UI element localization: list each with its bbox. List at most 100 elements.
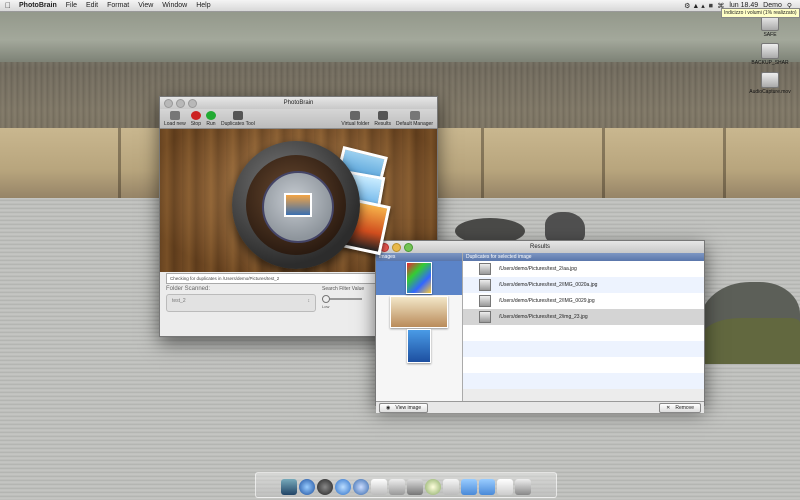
- photos-icon[interactable]: [389, 479, 405, 495]
- menu-edit[interactable]: Edit: [83, 2, 104, 9]
- image-row[interactable]: [376, 329, 462, 363]
- run-label: Run: [206, 121, 216, 127]
- results-label: Results: [374, 121, 392, 127]
- menu-window[interactable]: Window: [159, 2, 193, 9]
- file-icon: [479, 279, 491, 291]
- image-row[interactable]: [376, 295, 462, 329]
- image-thumbnail: [407, 329, 431, 363]
- itunes-icon[interactable]: [353, 479, 369, 495]
- safari-icon[interactable]: [335, 479, 351, 495]
- file-icon: [479, 263, 491, 275]
- minimize-button[interactable]: [392, 243, 401, 252]
- duplicates-column: Duplicates for selected image /Users/dem…: [463, 253, 704, 401]
- images-column: Images: [376, 253, 463, 401]
- duplicate-path: /Users/demo/Pictures/test_2/IMG_0020a.jp…: [499, 282, 598, 288]
- remove-label: Remove: [675, 404, 694, 411]
- load-new-button[interactable]: Load new: [164, 111, 186, 127]
- run-button[interactable]: Run: [205, 111, 216, 127]
- results-titlebar[interactable]: Results: [376, 241, 704, 253]
- empty-row: [463, 341, 704, 357]
- load-icon: [169, 111, 180, 120]
- photobrain-icon[interactable]: [425, 479, 441, 495]
- stepper-icon: ↕: [307, 298, 311, 304]
- image-row[interactable]: [376, 261, 462, 295]
- desktop-icon-safe[interactable]: SAFE: [740, 15, 800, 38]
- zoom-button[interactable]: [188, 99, 197, 108]
- status-icons[interactable]: ⚙ ▲ ▴ ◾ ⌘: [684, 2, 724, 10]
- trash-icon[interactable]: [515, 479, 531, 495]
- toolbar: Load new Stop Run Duplicates Tool Virtua…: [160, 109, 437, 129]
- folder-icon[interactable]: [461, 479, 477, 495]
- menu-file[interactable]: File: [63, 2, 83, 9]
- system-preferences-icon[interactable]: [407, 479, 423, 495]
- results-icon: [377, 111, 388, 120]
- stop-label: Stop: [190, 121, 201, 127]
- duplicates-header: Duplicates for selected image: [463, 253, 704, 261]
- default-manager-label: Default Manager: [396, 121, 433, 127]
- empty-row: [463, 325, 704, 341]
- downloads-folder-icon[interactable]: [479, 479, 495, 495]
- results-window: Results Images Duplicates for selected i…: [375, 240, 705, 413]
- moss-patch: [702, 318, 800, 364]
- preview-icon[interactable]: [371, 479, 387, 495]
- duplicate-row[interactable]: /Users/demo/Pictures/test_2/IMG_0029.jpg: [463, 293, 704, 309]
- apple-menu-icon[interactable]: : [0, 1, 16, 10]
- eye-icon: ◉: [386, 404, 391, 411]
- filter-slider[interactable]: [322, 295, 362, 303]
- images-header: Images: [376, 253, 462, 261]
- default-manager-button[interactable]: Default Manager: [396, 111, 433, 127]
- duplicate-row[interactable]: /Users/demo/Pictures/test_2/img_23.jpg: [463, 309, 704, 325]
- remove-button[interactable]: ✕ Remove: [659, 402, 701, 413]
- empty-row: [463, 373, 704, 389]
- image-thumbnail: [390, 296, 448, 328]
- stop-icon: [190, 111, 201, 120]
- document-icon[interactable]: [443, 479, 459, 495]
- app-store-icon[interactable]: [299, 479, 315, 495]
- camera-lens-logo: [232, 141, 360, 269]
- load-new-label: Load new: [164, 121, 186, 127]
- minimize-button[interactable]: [176, 99, 185, 108]
- slider-knob[interactable]: [322, 295, 330, 303]
- lens-photo: [284, 193, 312, 217]
- stop-button[interactable]: Stop: [191, 111, 201, 127]
- drive-icon: [761, 43, 779, 59]
- pdf-document-icon[interactable]: [497, 479, 513, 495]
- virtual-folder-button[interactable]: Virtual folder: [341, 111, 369, 127]
- window-titlebar[interactable]: PhotoBrain: [160, 97, 437, 109]
- desktop-icon-backup[interactable]: BACKUP_SHAR: [740, 43, 800, 66]
- view-image-button[interactable]: ◉ View image: [379, 402, 429, 413]
- desktop-icon-audiocapture[interactable]: AudioCapture.mov: [740, 72, 800, 95]
- duplicate-row[interactable]: /Users/demo/Pictures/test_2/aa.jpg: [463, 261, 704, 277]
- duplicate-path: /Users/demo/Pictures/test_2/aa.jpg: [499, 266, 577, 272]
- dashboard-icon[interactable]: [317, 479, 333, 495]
- results-button[interactable]: Results: [374, 111, 391, 127]
- menu-app-name[interactable]: PhotoBrain: [16, 2, 63, 9]
- manager-icon: [409, 111, 420, 120]
- close-button[interactable]: [164, 99, 173, 108]
- zoom-button[interactable]: [404, 243, 413, 252]
- duplicates-tool-button[interactable]: Duplicates Tool: [221, 111, 255, 127]
- file-icon: [479, 311, 491, 323]
- file-icon: [479, 295, 491, 307]
- filter-low-label: Low: [322, 304, 330, 309]
- desktop-icon-label: AudioCapture.mov: [749, 89, 791, 95]
- finder-icon[interactable]: [281, 479, 297, 495]
- desktop-icon-label: BACKUP_SHAR: [751, 60, 789, 66]
- menu-view[interactable]: View: [135, 2, 159, 9]
- duplicate-path: /Users/demo/Pictures/test_2/img_23.jpg: [499, 314, 588, 320]
- window-title: PhotoBrain: [283, 100, 314, 106]
- results-footer: ◉ View image ✕ Remove: [376, 401, 704, 413]
- desktop-icon-label: SAFE: [763, 32, 777, 38]
- menu-help[interactable]: Help: [193, 2, 216, 9]
- view-image-label: View image: [395, 404, 422, 411]
- duplicates-icon: [232, 111, 243, 120]
- image-thumbnail: [406, 262, 432, 294]
- menu-format[interactable]: Format: [104, 2, 135, 9]
- remove-icon: ✕: [666, 404, 671, 411]
- folder-scanned-field[interactable]: test_2 ↕: [166, 294, 316, 312]
- empty-row: [463, 357, 704, 373]
- folder-scanned-label: Folder Scanned:: [166, 286, 211, 292]
- folder-value: test_2: [172, 298, 186, 304]
- duplicate-row[interactable]: /Users/demo/Pictures/test_2/IMG_0020a.jp…: [463, 277, 704, 293]
- menu-bar:  PhotoBrain File Edit Format View Windo…: [0, 0, 800, 12]
